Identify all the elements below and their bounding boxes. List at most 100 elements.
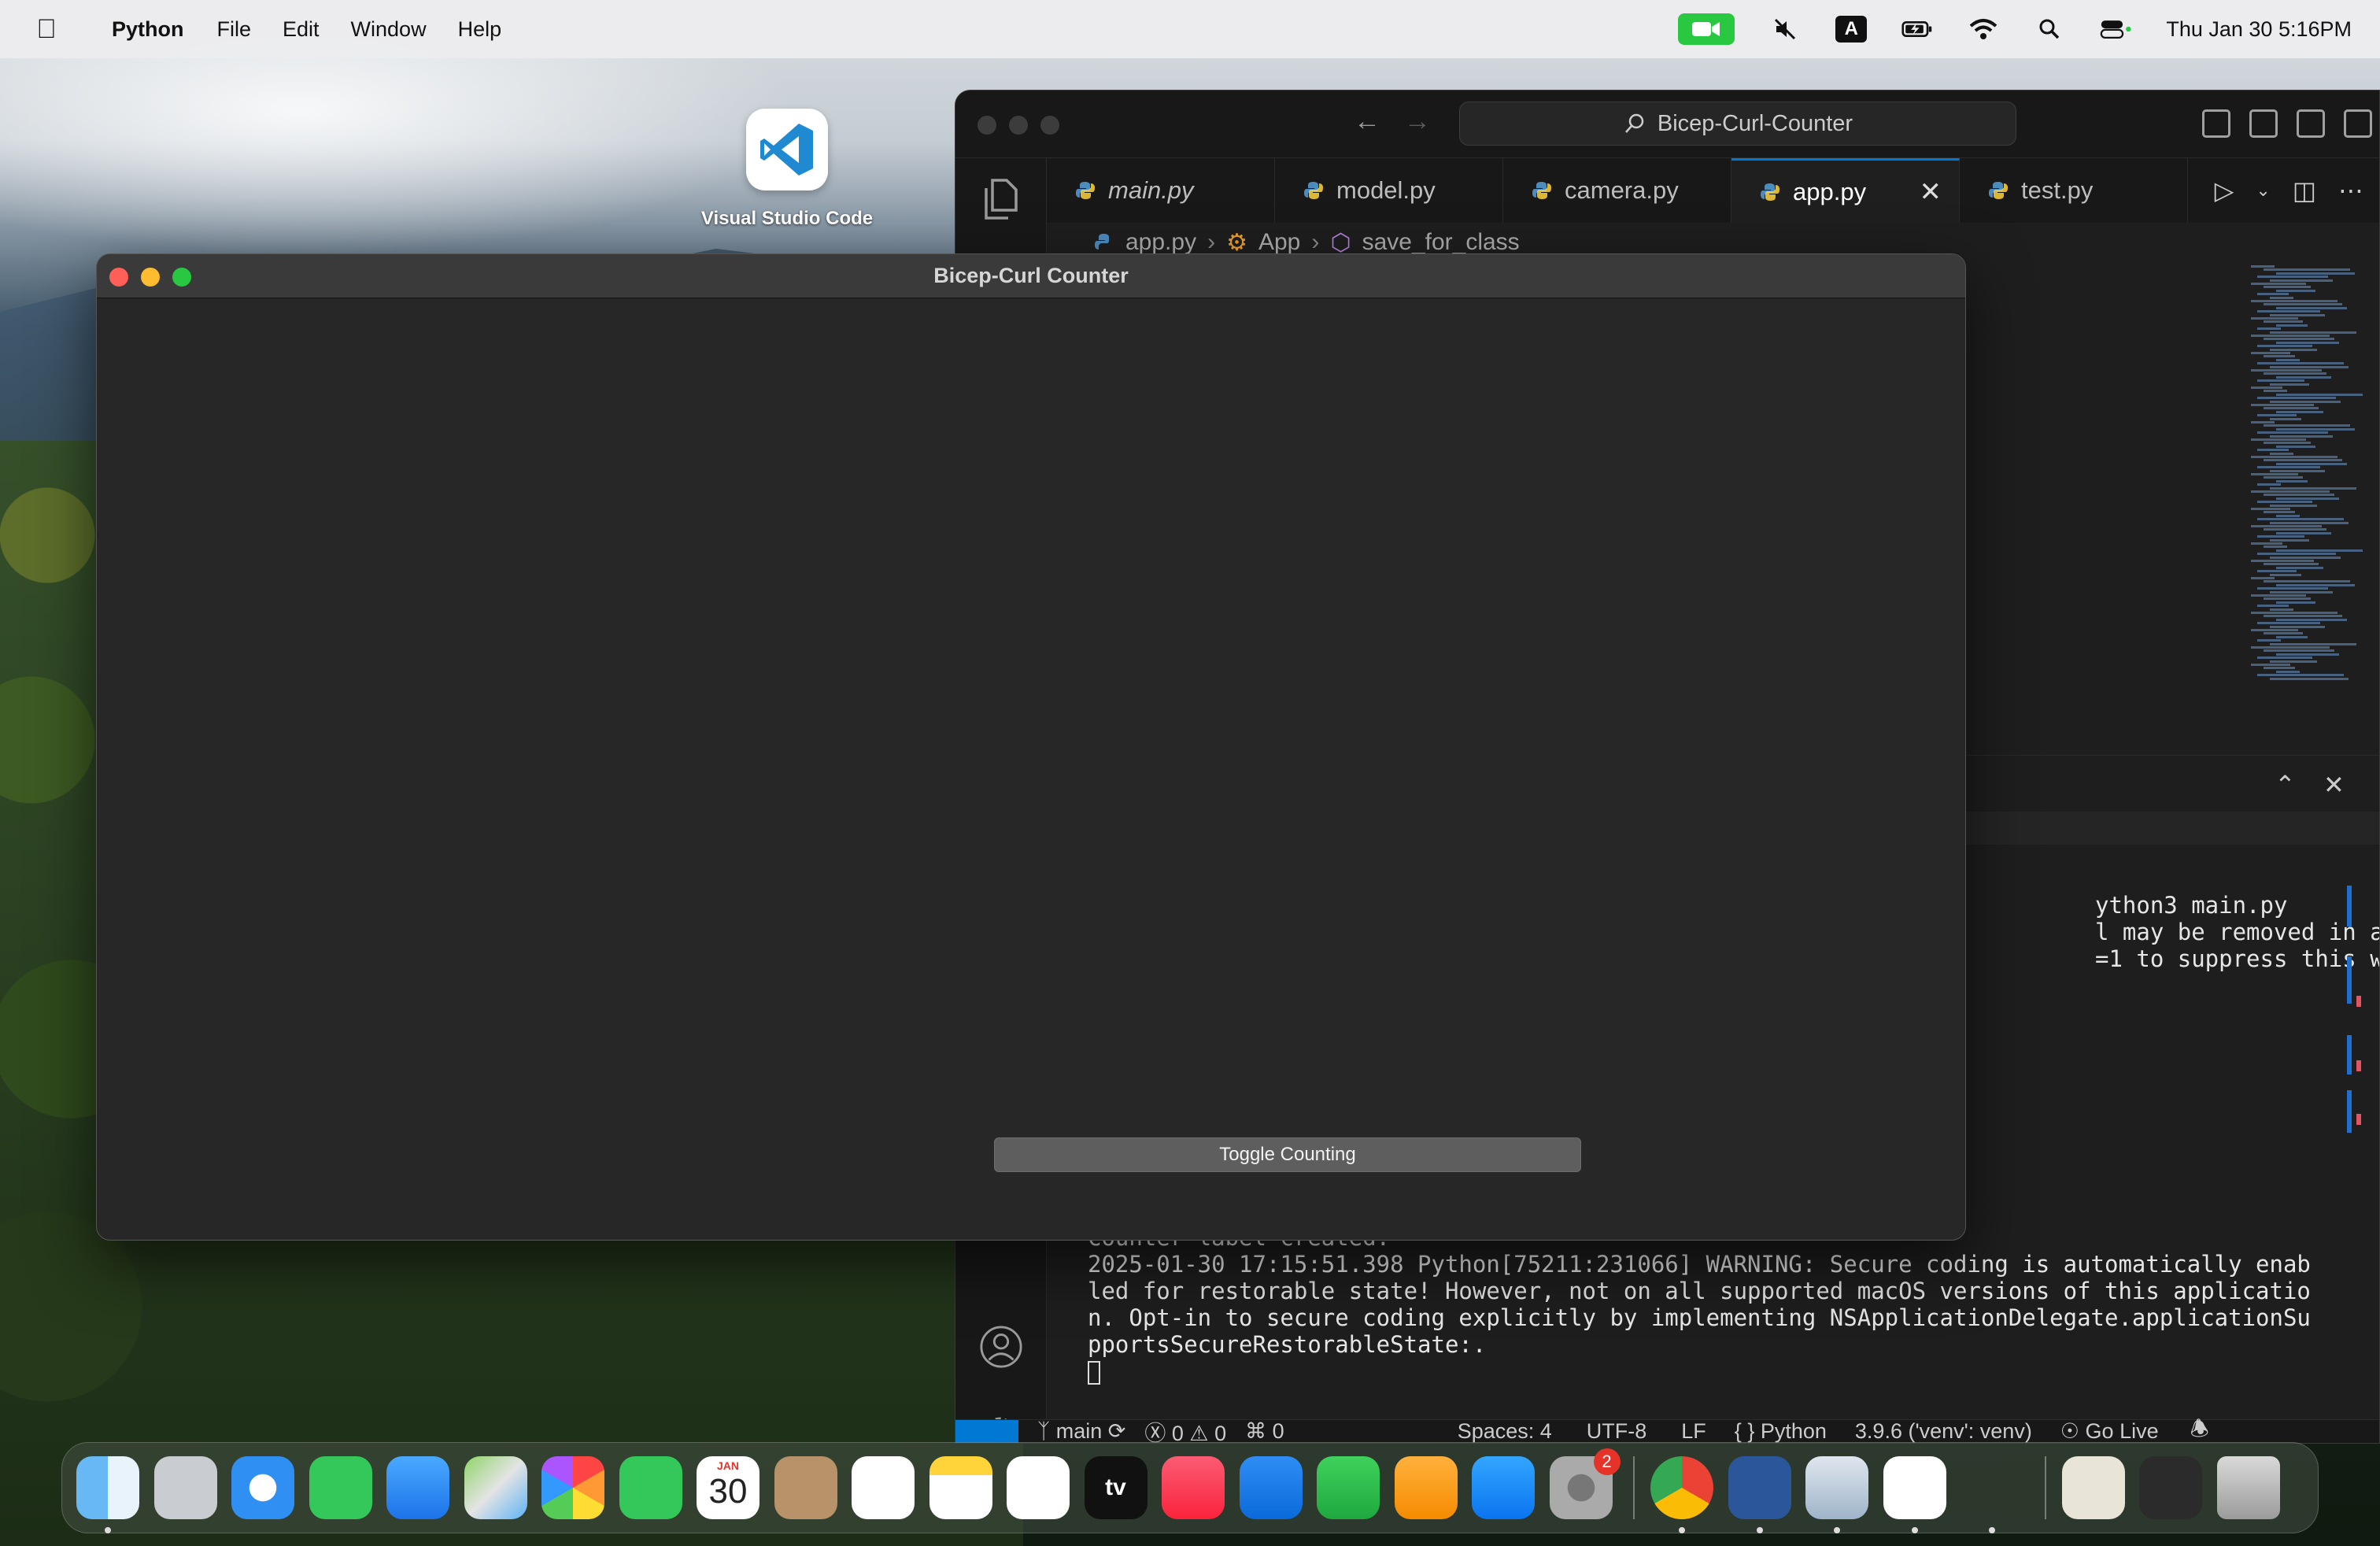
app-titlebar[interactable]: Bicep-Curl Counter — [97, 254, 1965, 298]
contacts-icon[interactable] — [774, 1456, 837, 1519]
messages-icon[interactable] — [309, 1456, 372, 1519]
facetime-camera-icon[interactable] — [1678, 13, 1735, 45]
toggle-counting-button[interactable]: Toggle Counting — [994, 1137, 1581, 1172]
wifi-icon[interactable] — [1968, 17, 1999, 42]
finder-icon[interactable] — [76, 1456, 139, 1533]
notes-icon[interactable] — [929, 1456, 992, 1519]
back-arrow-icon[interactable]: ← — [1354, 106, 1380, 137]
breadcrumb-file[interactable]: app.py — [1125, 229, 1196, 256]
trash-icon[interactable] — [2216, 1456, 2280, 1519]
downloads-stack-icon[interactable] — [2061, 1456, 2125, 1519]
tab-camera-py[interactable]: camera.py — [1503, 158, 1731, 223]
tab-main-py[interactable]: main.py — [1047, 158, 1275, 223]
more-actions-icon[interactable]: ⋯ — [2338, 176, 2363, 205]
chrome-icon[interactable] — [1650, 1456, 1713, 1533]
menu-app-python[interactable]: Python — [112, 17, 184, 42]
menu-file[interactable]: File — [217, 17, 252, 42]
freeform-icon[interactable] — [1007, 1456, 1070, 1519]
pages-icon[interactable] — [1394, 1456, 1458, 1519]
word-icon[interactable] — [1728, 1456, 1791, 1533]
keynote-icon[interactable] — [1239, 1456, 1303, 1519]
git-branch-status[interactable]: ᛉ main ⟳ — [1037, 1419, 1125, 1443]
indentation-status[interactable]: Spaces: 4 — [1458, 1419, 1552, 1443]
desktop-vscode-shortcut[interactable]: Visual Studio Code — [693, 109, 881, 230]
go-live-status[interactable]: ☉ Go Live — [2060, 1419, 2159, 1443]
python-file-icon — [1532, 182, 1551, 199]
photos-icon[interactable] — [541, 1456, 604, 1519]
app-close-button[interactable] — [109, 268, 128, 287]
music-icon[interactable] — [1162, 1456, 1225, 1519]
encoding-status[interactable]: UTF-8 — [1587, 1419, 1647, 1443]
launchpad-icon[interactable] — [153, 1456, 217, 1519]
breadcrumb-class[interactable]: App — [1258, 229, 1300, 256]
notifications-bell-icon[interactable]: 🕭 — [2190, 1414, 2209, 1444]
minimap-line — [2257, 431, 2328, 435]
vscode-zoom-button[interactable] — [1040, 116, 1059, 135]
minimap-line — [2270, 331, 2356, 334]
appstore-icon[interactable] — [1472, 1456, 1535, 1519]
desktop-icon-label: Visual Studio Code — [700, 208, 874, 229]
control-center-icon[interactable] — [2100, 17, 2131, 42]
menu-help[interactable]: Help — [458, 17, 502, 42]
eol-status[interactable]: LF — [1681, 1419, 1706, 1443]
recent-window-icon[interactable] — [2139, 1456, 2202, 1519]
minimap[interactable] — [2243, 265, 2363, 682]
menu-clock[interactable]: Thu Jan 30 5:16PM — [2166, 17, 2352, 42]
command-center-search[interactable]: Bicep-Curl-Counter — [1459, 102, 2016, 146]
python-launcher-icon[interactable] — [1961, 1456, 2023, 1533]
customize-layout-icon[interactable] — [2344, 109, 2372, 138]
vscode-close-button[interactable] — [978, 116, 996, 135]
appletv-icon[interactable]: tv — [1084, 1456, 1148, 1519]
minimap-line — [2251, 664, 2290, 666]
python-file-icon — [1304, 182, 1323, 199]
minimap-line — [2276, 324, 2308, 327]
battery-charging-icon[interactable] — [1901, 17, 1933, 42]
spotlight-search-icon[interactable] — [2034, 17, 2065, 42]
problems-status[interactable]: Ⓧ 0 ⚠ 0 — [1144, 1416, 1226, 1443]
mute-icon[interactable] — [1769, 17, 1801, 42]
calendar-icon[interactable]: JAN 30 — [697, 1456, 759, 1519]
menu-edit[interactable]: Edit — [283, 17, 320, 42]
toggle-primary-sidebar-icon[interactable] — [2202, 109, 2230, 138]
maximize-panel-chevron-icon[interactable]: ⌃ — [2275, 770, 2296, 800]
facetime-icon[interactable] — [619, 1456, 682, 1519]
tab-test-py[interactable]: test.py — [1960, 158, 2188, 223]
forward-arrow-icon[interactable]: → — [1404, 106, 1431, 137]
vscode-titlebar: ← → Bicep-Curl-Counter — [955, 91, 2379, 158]
run-dropdown-chevron-icon[interactable]: ⌄ — [2256, 180, 2270, 201]
reminders-icon[interactable] — [852, 1456, 915, 1519]
ports-status[interactable]: ⌘ 0 — [1245, 1419, 1284, 1443]
numbers-icon[interactable] — [1317, 1456, 1380, 1519]
accounts-icon[interactable] — [979, 1325, 1023, 1369]
breadcrumb-method[interactable]: save_for_class — [1362, 229, 1520, 256]
mail-icon[interactable] — [386, 1456, 449, 1519]
tab-model-py[interactable]: model.py — [1275, 158, 1503, 223]
input-source-icon[interactable]: A — [1835, 16, 1868, 43]
app-zoom-button[interactable] — [172, 268, 191, 287]
preview-icon[interactable] — [1805, 1456, 1868, 1533]
maps-icon[interactable] — [464, 1456, 527, 1519]
close-panel-icon[interactable]: ✕ — [2323, 770, 2345, 800]
language-status[interactable]: { } Python — [1735, 1419, 1827, 1443]
vscode-icon[interactable] — [1883, 1456, 1946, 1533]
python-file-icon — [1095, 234, 1109, 250]
apple-menu-icon[interactable]:  — [28, 14, 65, 45]
tab-app-py[interactable]: app.py ✕ — [1731, 158, 1960, 223]
minimap-line — [2270, 435, 2333, 438]
terminal-line: led for restorable state! However, not o… — [1088, 1278, 2311, 1304]
system-settings-icon[interactable]: 2 — [1549, 1448, 1621, 1519]
split-editor-icon[interactable]: ◫ — [2293, 176, 2316, 205]
interpreter-status[interactable]: 3.9.6 ('venv': venv) — [1855, 1419, 2032, 1443]
vscode-minimize-button[interactable] — [1009, 116, 1028, 135]
toggle-secondary-sidebar-icon[interactable] — [2297, 109, 2325, 138]
minimap-line — [2276, 462, 2347, 465]
app-minimize-button[interactable] — [141, 268, 160, 287]
close-tab-icon[interactable]: ✕ — [1920, 176, 1942, 208]
safari-icon[interactable] — [231, 1456, 294, 1519]
run-python-file-icon[interactable]: ▷ — [2215, 176, 2234, 205]
menu-window[interactable]: Window — [351, 17, 427, 42]
minimap-line — [2264, 494, 2334, 497]
explorer-icon[interactable] — [979, 177, 1023, 221]
toggle-panel-icon[interactable] — [2249, 109, 2278, 138]
remote-indicator-icon[interactable] — [955, 1419, 1018, 1443]
